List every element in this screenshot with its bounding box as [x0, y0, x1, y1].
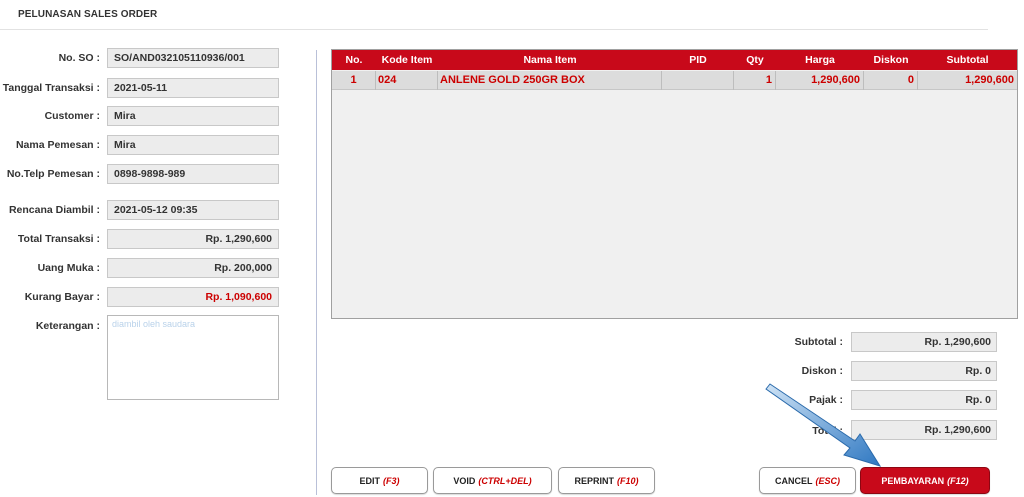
void-button[interactable]: VOID (CTRL+DEL)	[433, 467, 552, 494]
pajak-field: Rp. 0	[851, 390, 997, 410]
subtotal-field: Rp. 1,290,600	[851, 332, 997, 352]
form-row-no-telp: No.Telp Pemesan :	[0, 164, 100, 184]
pembayaran-button-shortcut: (F12)	[947, 475, 969, 486]
form-row-no-so: No. SO :	[0, 48, 100, 68]
grid-header: No. Kode Item Nama Item PID Qty Harga Di…	[332, 50, 1017, 70]
form-row-uang-muka: Uang Muka :	[0, 258, 100, 278]
total-transaksi-label: Total Transaksi :	[17, 233, 100, 245]
form-row-tanggal: Tanggal Transaksi :	[0, 78, 100, 98]
items-grid[interactable]: No. Kode Item Nama Item PID Qty Harga Di…	[331, 49, 1018, 319]
rencana-diambil-field[interactable]: 2021-05-12 09:35	[107, 200, 279, 220]
kurang-bayar-field: Rp. 1,090,600	[107, 287, 279, 307]
form-row-nama-pemesan: Nama Pemesan :	[0, 135, 100, 155]
form-row-customer: Customer :	[0, 106, 100, 126]
reprint-button-shortcut: (F10)	[617, 475, 639, 486]
diskon-field: Rp. 0	[851, 361, 997, 381]
total-field: Rp. 1,290,600	[851, 420, 997, 440]
form-row-total-transaksi: Total Transaksi :	[0, 229, 100, 249]
col-qty-header[interactable]: Qty	[734, 54, 776, 66]
form-row-keterangan: Keterangan :	[0, 316, 100, 336]
vertical-divider	[316, 50, 317, 495]
cell-no: 1	[332, 71, 376, 90]
rencana-diambil-label: Rencana Diambil :	[8, 204, 100, 216]
edit-button-shortcut: (F3)	[383, 475, 400, 486]
no-telp-pemesan-field[interactable]: 0898-9898-989	[107, 164, 279, 184]
cancel-button-shortcut: (ESC)	[815, 475, 841, 486]
nama-pemesan-label: Nama Pemesan :	[15, 139, 100, 151]
void-button-label: VOID	[453, 475, 476, 486]
keterangan-textarea[interactable]: diambil oleh saudara	[107, 315, 279, 400]
diskon-label: Diskon :	[801, 365, 843, 377]
cell-pid	[662, 71, 734, 90]
form-row-rencana-diambil: Rencana Diambil :	[0, 200, 100, 220]
cancel-button-label: CANCEL	[775, 475, 813, 486]
customer-field[interactable]: Mira	[107, 106, 279, 126]
cancel-button[interactable]: CANCEL (ESC)	[759, 467, 856, 494]
keterangan-label: Keterangan :	[35, 320, 100, 332]
col-no-header[interactable]: No.	[332, 54, 376, 66]
col-subtotal-header[interactable]: Subtotal	[918, 54, 1017, 66]
col-kode-item-header[interactable]: Kode Item	[376, 54, 438, 66]
edit-button[interactable]: EDIT (F3)	[331, 467, 428, 494]
cell-nama-item: ANLENE GOLD 250GR BOX	[438, 71, 662, 90]
col-diskon-header[interactable]: Diskon	[864, 54, 918, 66]
reprint-button[interactable]: REPRINT (F10)	[558, 467, 655, 494]
pembayaran-button-label: PEMBAYARAN	[881, 475, 945, 486]
col-harga-header[interactable]: Harga	[776, 54, 864, 66]
cell-qty: 1	[734, 71, 776, 90]
tanggal-transaksi-label: Tanggal Transaksi :	[2, 82, 100, 94]
tanggal-transaksi-field[interactable]: 2021-05-11	[107, 78, 279, 98]
no-telp-pemesan-label: No.Telp Pemesan :	[6, 168, 100, 180]
no-so-field[interactable]: SO/AND032105110936/001	[107, 48, 279, 68]
kurang-bayar-label: Kurang Bayar :	[24, 291, 100, 303]
title-divider	[0, 29, 988, 30]
table-row[interactable]: 1 024 ANLENE GOLD 250GR BOX 1 1,290,600 …	[332, 71, 1017, 90]
cell-subtotal: 1,290,600	[965, 74, 1014, 86]
customer-label: Customer :	[44, 110, 100, 122]
form-row-kurang-bayar: Kurang Bayar :	[0, 287, 100, 307]
no-so-label: No. SO :	[58, 52, 100, 64]
void-button-shortcut: (CTRL+DEL)	[478, 475, 532, 486]
edit-button-label: EDIT	[359, 475, 380, 486]
cell-diskon: 0	[864, 71, 918, 90]
nama-pemesan-field[interactable]: Mira	[107, 135, 279, 155]
total-transaksi-field: Rp. 1,290,600	[107, 229, 279, 249]
col-pid-header[interactable]: PID	[662, 54, 734, 66]
cell-kode-item: 024	[376, 71, 438, 90]
pajak-label: Pajak :	[809, 394, 843, 406]
page-title: PELUNASAN SALES ORDER	[18, 9, 158, 20]
col-nama-item-header[interactable]: Nama Item	[438, 54, 662, 66]
cell-harga: 1,290,600	[776, 71, 864, 90]
reprint-button-label: REPRINT	[574, 475, 614, 486]
pembayaran-button[interactable]: PEMBAYARAN (F12)	[860, 467, 990, 494]
subtotal-label: Subtotal :	[794, 336, 843, 348]
uang-muka-label: Uang Muka :	[37, 262, 100, 274]
total-label: Total :	[812, 425, 843, 437]
uang-muka-field: Rp. 200,000	[107, 258, 279, 278]
